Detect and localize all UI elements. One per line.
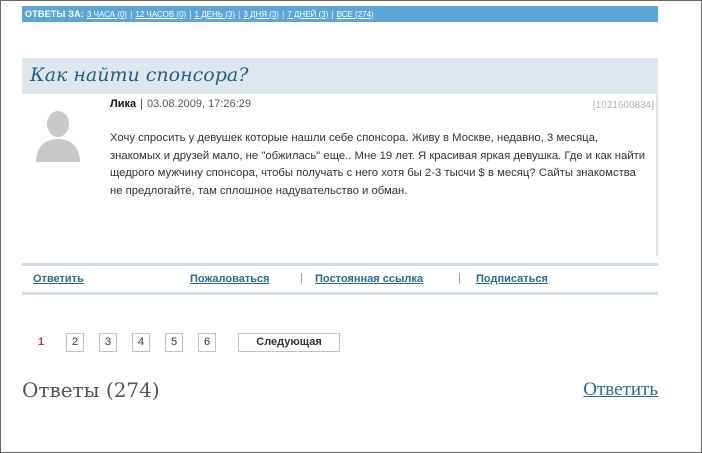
post-date: 03.08.2009, 17:26:29 xyxy=(146,98,251,110)
report-link[interactable]: Пожаловаться xyxy=(190,273,270,285)
filter-12-hours[interactable]: 12 ЧАСОВ (0) xyxy=(135,10,186,19)
page-4-button[interactable]: 4 xyxy=(132,333,150,352)
post-id: [1021600834] xyxy=(592,100,654,111)
question-post: Лика | 03.08.2009, 17:26:29 [1021600834] Х… xyxy=(22,94,658,256)
reply-button[interactable]: Ответить xyxy=(33,273,84,285)
filter-label: ОТВЕТЫ ЗА: xyxy=(25,9,84,19)
permalink-link[interactable]: Постоянная ссылка xyxy=(315,273,423,285)
current-page: 1 xyxy=(38,336,45,348)
question-title: Как найти спонсора? xyxy=(30,64,249,86)
post-meta: Лика | 03.08.2009, 17:26:29 xyxy=(110,98,251,110)
next-page-button[interactable]: Следующая xyxy=(238,333,340,352)
page-6-button[interactable]: 6 xyxy=(198,333,216,352)
page-2-button[interactable]: 2 xyxy=(66,333,84,352)
filter-1-day[interactable]: 1 ДЕНЬ (3) xyxy=(195,10,235,19)
question-body: Хочу спросить у девушек которые нашли се… xyxy=(110,132,646,197)
page-5-button[interactable]: 5 xyxy=(165,333,183,352)
answer-reply-link[interactable]: Ответить xyxy=(583,379,658,401)
user-silhouette-icon xyxy=(28,102,88,162)
post-actions: Ответить Пожаловаться | Постоянная ссылк… xyxy=(22,263,658,295)
page-3-button[interactable]: 3 xyxy=(99,333,117,352)
filter-7-days[interactable]: 7 ДНЕЙ (3) xyxy=(287,10,328,19)
answers-time-filter: ОТВЕТЫ ЗА: 3 ЧАСА (0) | 12 ЧАСОВ (0) | 1… xyxy=(22,6,658,22)
subscribe-link[interactable]: Подписаться xyxy=(476,273,548,285)
filter-3-hours[interactable]: 3 ЧАСА (0) xyxy=(87,10,127,19)
filter-3-days[interactable]: 3 ДНЯ (3) xyxy=(243,10,279,19)
question-title-bar: Как найти спонсора? xyxy=(22,58,658,94)
answers-heading: Ответы (274) xyxy=(22,378,160,402)
filter-all[interactable]: ВСЕ (274) xyxy=(337,10,374,19)
author-name[interactable]: Лика xyxy=(110,98,136,110)
